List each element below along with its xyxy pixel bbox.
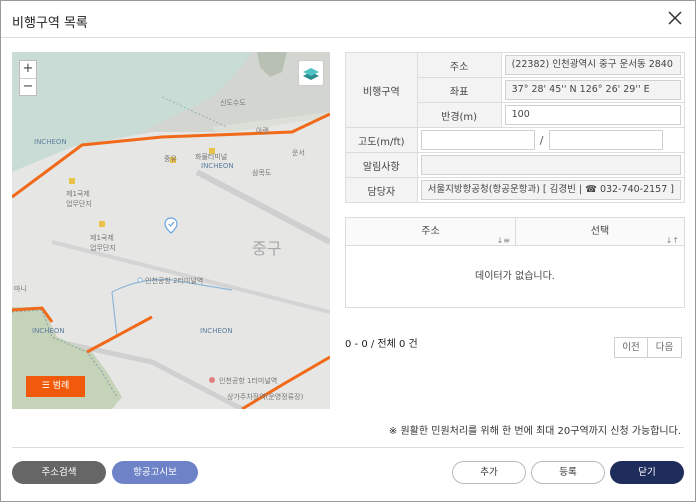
map-label: 중구 xyxy=(252,239,282,258)
map-label: INCHEON xyxy=(34,138,67,146)
map-label: INCHEON xyxy=(201,162,234,170)
grid-header-address[interactable]: 주소 ↓≡ xyxy=(346,218,516,245)
grid-header-address-label: 주소 xyxy=(421,226,440,237)
coord-label: 좌표 xyxy=(416,77,502,103)
map-label: 운서 xyxy=(292,149,305,157)
legend-icon: ☰ xyxy=(41,381,53,391)
map-label: INCHEON xyxy=(200,327,233,335)
flight-zone-dialog: 비행구역 목록 신도수도 INCHEON 중유 화물터미널 INCHEON 운서… xyxy=(0,0,696,502)
next-page-button[interactable]: 다음 xyxy=(648,337,682,358)
grid-empty-message: 데이터가 없습니다. xyxy=(475,271,555,282)
legend-label: 범례 xyxy=(52,381,70,391)
dialog-titlebar: 비행구역 목록 xyxy=(1,1,695,38)
map-label: 제1국제 업무단지 xyxy=(90,234,116,252)
coord-field: 37° 28' 45'' N 126° 26' 29'' E xyxy=(504,80,681,100)
pager: 이전 다음 xyxy=(614,337,682,358)
zone-list-grid: 주소 ↓≡ 선택 ↓↑ 데이터가 없습니다. xyxy=(345,217,685,308)
zone-info-table: 비행구역 주소 (22382) 인천광역시 중구 운서동 2840 좌표 37°… xyxy=(345,52,686,203)
altitude-label: 고도(m/ft) xyxy=(345,127,418,153)
map-label: 인천공항 1터미널역 xyxy=(219,377,278,385)
map-label: 신도수도 xyxy=(220,99,246,107)
map-label: 마니 xyxy=(14,285,27,293)
prev-page-button[interactable]: 이전 xyxy=(614,337,648,358)
address-search-button[interactable]: 주소검색 xyxy=(12,461,106,484)
sort-desc-icon: ↓≡ xyxy=(496,236,510,245)
manager-field: 서울지방항공청(항공운항과) [ 김경빈 | ☎ 032-740-2157 ] xyxy=(420,180,681,200)
close-button[interactable]: 닫기 xyxy=(610,461,684,484)
register-button[interactable]: 등록 xyxy=(531,461,605,484)
zoom-in-button[interactable]: + xyxy=(20,61,36,78)
map-background xyxy=(12,52,330,409)
map-label: 제1국제 업무단지 xyxy=(66,190,92,208)
map-label: 삼목도 xyxy=(252,169,272,177)
add-button[interactable]: 추가 xyxy=(452,461,526,484)
altitude-max-input[interactable] xyxy=(548,130,663,150)
dialog-title: 비행구역 목록 xyxy=(12,16,88,31)
address-field: (22382) 인천광역시 중구 운서동 2840 xyxy=(504,55,681,75)
altitude-min-input[interactable] xyxy=(420,130,535,150)
notice-field xyxy=(420,155,681,175)
close-icon[interactable] xyxy=(667,10,683,26)
grid-header-select-label: 선택 xyxy=(590,226,610,237)
layers-icon xyxy=(303,68,319,80)
limit-notice: ※ 원활한 민원처리를 위해 한 번에 최대 20구역까지 신청 가능합니다. xyxy=(388,426,681,437)
grid-header-select[interactable]: 선택 ↓↑ xyxy=(516,218,684,245)
address-label: 주소 xyxy=(416,52,502,78)
zoom-control: + − xyxy=(19,60,37,96)
map-label: 아랫 xyxy=(256,127,269,135)
layers-button[interactable] xyxy=(298,60,324,86)
map-view[interactable]: 신도수도 INCHEON 중유 화물터미널 INCHEON 운서 삼목도 제1국… xyxy=(12,52,330,409)
legend-button[interactable]: ☰ 범례 xyxy=(26,376,85,397)
manager-label: 담당자 xyxy=(345,177,418,203)
radius-input[interactable]: 100 xyxy=(504,105,681,125)
zone-label: 비행구역 xyxy=(345,52,418,128)
map-label: 인천공항 2터미널역 xyxy=(145,277,204,285)
result-count: 0 - 0 / 전체 0 건 xyxy=(345,339,418,350)
map-label: 화물터미널 xyxy=(195,153,228,161)
radius-label: 반경(m) xyxy=(416,102,502,128)
notice-label: 알림사항 xyxy=(345,152,418,178)
map-label: 상가주차장역(운영정류장) xyxy=(227,393,304,401)
zoom-out-button[interactable]: − xyxy=(20,78,36,95)
footer-divider xyxy=(12,447,684,448)
map-label: 중유 xyxy=(164,155,177,163)
grid-header: 주소 ↓≡ 선택 ↓↑ xyxy=(346,218,684,246)
sort-icon: ↓↑ xyxy=(665,236,679,245)
aviation-notice-button[interactable]: 항공고시보 xyxy=(112,461,198,484)
map-label: INCHEON xyxy=(32,327,65,335)
altitude-separator: / xyxy=(539,133,544,147)
